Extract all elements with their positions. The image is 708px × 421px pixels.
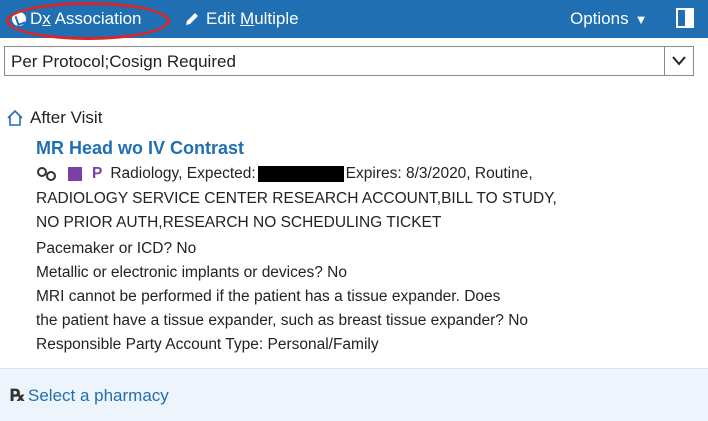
dx-association-label: Dx Association — [30, 9, 142, 28]
caret-down-icon: ▼ — [634, 11, 648, 27]
section-header: After Visit — [6, 108, 102, 128]
pharmacy-bar: ℞ Select a pharmacy — [0, 368, 708, 421]
order-detail-line-1: P Radiology, Expected: Expires: 8/3/2020… — [36, 165, 533, 183]
options-label: Options — [570, 9, 629, 28]
order-detail-line-4: Pacemaker or ICD? No — [36, 240, 197, 257]
select-pharmacy-link[interactable]: Select a pharmacy — [28, 386, 169, 406]
home-icon — [7, 109, 23, 126]
order-detail-line-7: the patient have a tissue expander, such… — [36, 312, 529, 329]
order-detail-line-6: MRI cannot be performed if the patient h… — [36, 288, 501, 305]
redaction-block — [257, 166, 344, 182]
order-status-icon — [68, 167, 82, 181]
protocol-select-value: Per Protocol;Cosign Required — [11, 52, 236, 71]
dx-association-icon — [12, 12, 26, 26]
order-detail-line-5: Metallic or electronic implants or devic… — [36, 264, 347, 281]
dx-association-button[interactable]: Dx Association — [12, 0, 142, 38]
order-title[interactable]: MR Head wo IV Contrast — [36, 138, 244, 159]
order-detail-text: Radiology, Expected: — [110, 165, 256, 182]
pencil-icon — [186, 13, 198, 25]
options-menu-button[interactable]: Options ▼ — [570, 0, 647, 38]
order-detail-line-2: RADIOLOGY SERVICE CENTER RESEARCH ACCOUN… — [36, 190, 557, 207]
edit-multiple-label: Edit Multiple — [206, 9, 299, 28]
order-expires-text: Expires: 8/3/2020, Routine, — [345, 165, 533, 182]
edit-multiple-button[interactable]: Edit Multiple — [184, 0, 299, 38]
section-title: After Visit — [30, 108, 103, 127]
dropdown-arrow-icon — [672, 56, 686, 66]
panel-toggle-icon[interactable] — [676, 8, 694, 28]
linked-order-icon — [37, 167, 56, 181]
order-toolbar: Dx Association Edit Multiple Options ▼ — [0, 0, 708, 40]
order-detail-line-3: NO PRIOR AUTH,RESEARCH NO SCHEDULING TIC… — [36, 214, 442, 231]
rx-icon: ℞ — [10, 386, 26, 405]
order-detail-line-8: Responsible Party Account Type: Personal… — [36, 336, 379, 353]
protocol-select[interactable]: Per Protocol;Cosign Required — [4, 46, 694, 76]
priority-letter: P — [92, 165, 103, 182]
chevron-down-icon[interactable] — [664, 47, 693, 75]
